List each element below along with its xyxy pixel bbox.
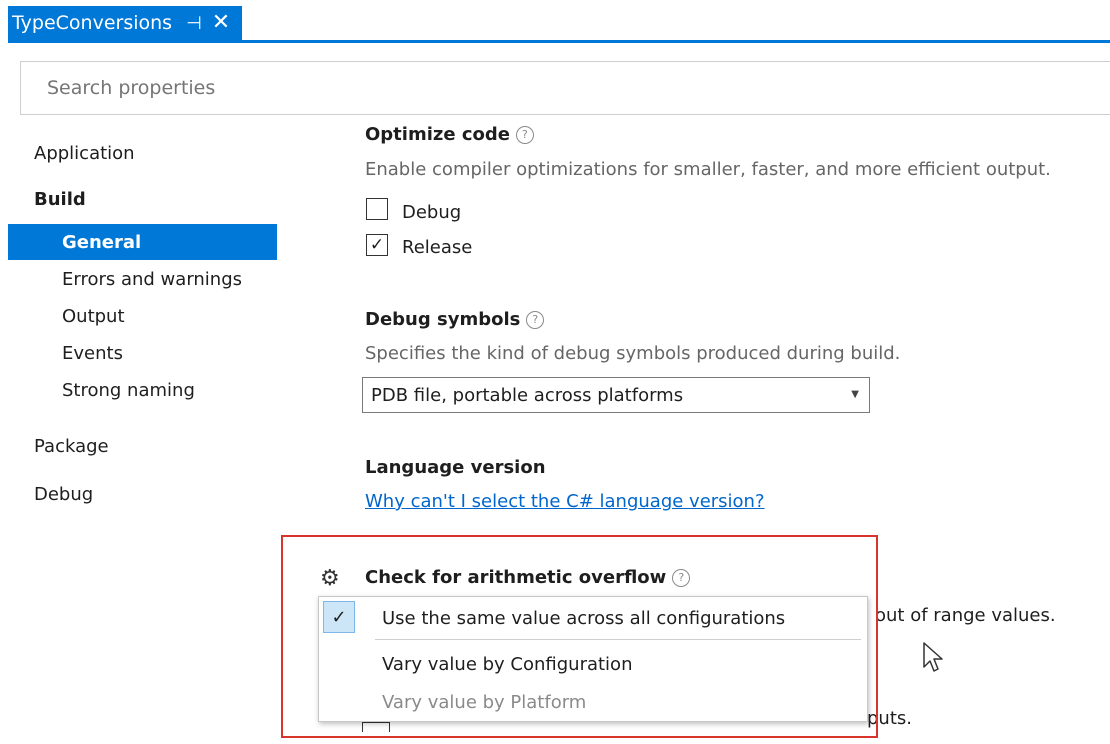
help-icon[interactable]: ? xyxy=(515,126,534,144)
search-input[interactable] xyxy=(20,61,1110,115)
optimize-code-heading: Optimize code? xyxy=(365,124,534,145)
overflow-heading: Check for arithmetic overflow? xyxy=(365,567,691,588)
menu-item-vary-by-configuration[interactable]: Vary value by Configuration xyxy=(382,654,632,675)
nav-errors-and-warnings[interactable]: Errors and warnings xyxy=(62,269,242,290)
overflow-description-partial: out of range values. xyxy=(875,605,1056,626)
configuration-popup-menu: ✓ Use the same value across all configur… xyxy=(318,596,868,722)
language-version-link[interactable]: Why can't I select the C# language versi… xyxy=(365,491,765,512)
menu-item-same-value[interactable]: Use the same value across all configurat… xyxy=(382,608,785,629)
debug-symbols-heading: Debug symbols? xyxy=(365,309,545,330)
release-checkbox[interactable]: ✓ xyxy=(366,234,388,256)
document-tab[interactable]: TypeConversions ⊣ ✕ xyxy=(8,6,242,40)
nav-debug[interactable]: Debug xyxy=(34,484,93,505)
help-icon[interactable]: ? xyxy=(672,569,691,587)
mouse-cursor-icon xyxy=(923,642,943,672)
debug-checkbox-label: Debug xyxy=(402,202,462,223)
debug-symbols-value: PDB file, portable across platforms xyxy=(371,384,684,406)
debug-checkbox[interactable] xyxy=(366,198,388,220)
menu-item-vary-by-platform: Vary value by Platform xyxy=(382,692,587,713)
nav-general-label: General xyxy=(62,231,142,253)
nav-general[interactable]: General xyxy=(8,224,277,260)
optimize-code-description: Enable compiler optimizations for smalle… xyxy=(365,159,1051,180)
checkmark-icon: ✓ xyxy=(369,234,385,255)
debug-symbols-title: Debug symbols xyxy=(365,309,521,330)
debug-symbols-dropdown[interactable]: PDB file, portable across platforms ▼ xyxy=(362,377,870,413)
pin-icon[interactable]: ⊣ xyxy=(186,13,202,34)
nav-application[interactable]: Application xyxy=(34,143,135,164)
help-icon[interactable]: ? xyxy=(526,311,545,329)
checkmark-icon: ✓ xyxy=(323,601,355,633)
nav-output[interactable]: Output xyxy=(62,306,125,327)
menu-separator xyxy=(375,639,861,640)
release-checkbox-label: Release xyxy=(402,237,473,258)
tab-title: TypeConversions xyxy=(12,12,173,34)
chevron-down-icon: ▼ xyxy=(851,389,859,400)
nav-strong-naming[interactable]: Strong naming xyxy=(62,380,195,401)
gear-icon[interactable]: ⚙ xyxy=(320,566,340,591)
nav-package[interactable]: Package xyxy=(34,436,109,457)
tab-underline xyxy=(8,40,1110,43)
nav-build[interactable]: Build xyxy=(34,189,86,210)
optimize-code-title: Optimize code xyxy=(365,124,510,145)
debug-symbols-description: Specifies the kind of debug symbols prod… xyxy=(365,343,901,364)
overflow-title: Check for arithmetic overflow xyxy=(365,567,667,588)
nav-events[interactable]: Events xyxy=(62,343,123,364)
language-version-heading: Language version xyxy=(365,457,546,478)
close-icon[interactable]: ✕ xyxy=(212,12,230,34)
